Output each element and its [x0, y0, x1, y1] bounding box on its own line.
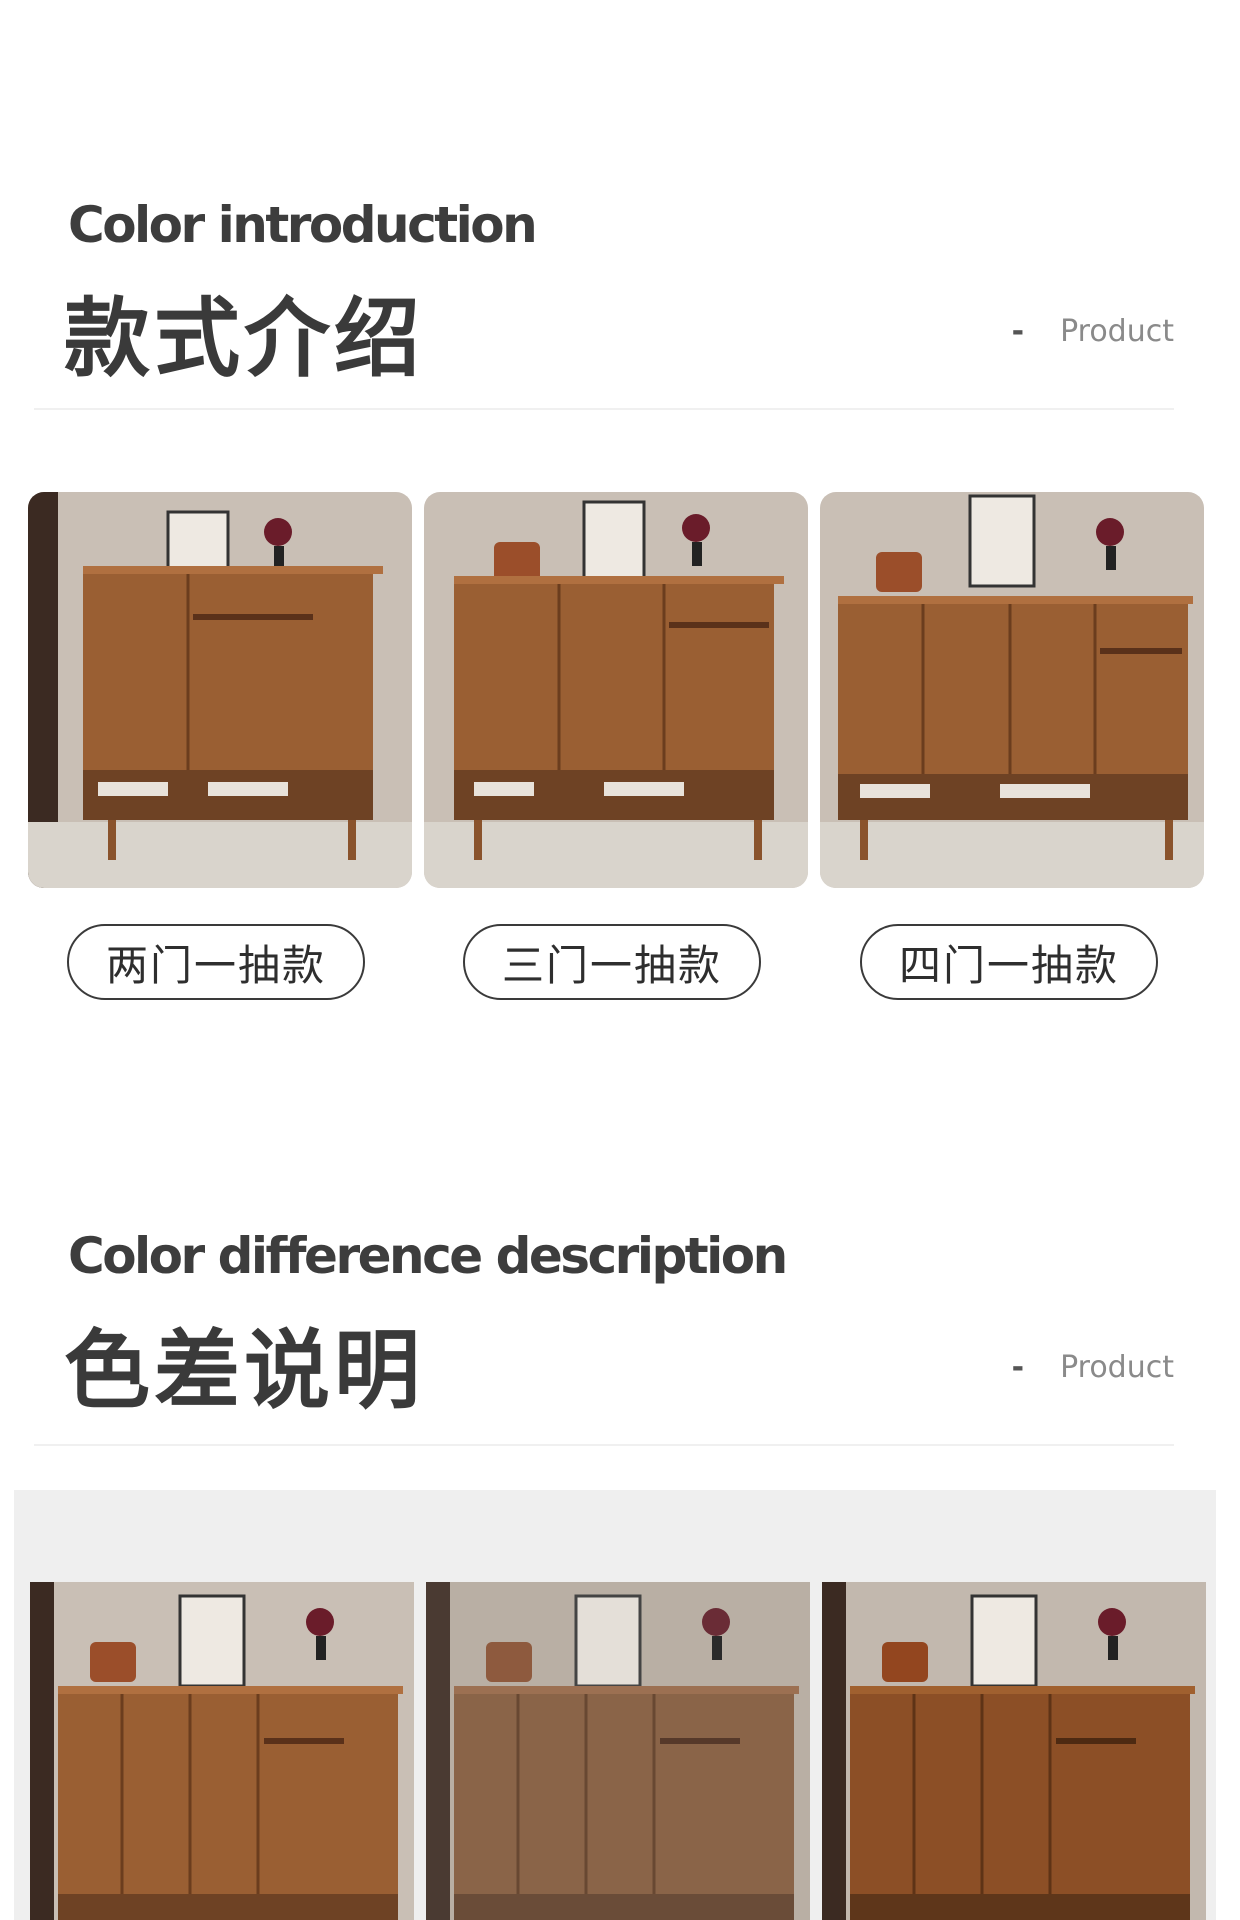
section-title-cn: 色差说明 — [64, 1321, 424, 1421]
cabinet-photo — [30, 1582, 414, 1920]
cabinet-photo — [426, 1582, 810, 1920]
product-tag: - Product — [1012, 1350, 1174, 1385]
color-sample-dark — [822, 1582, 1206, 1920]
color-sample-faded — [426, 1582, 810, 1920]
cabinet-photo — [822, 1582, 1206, 1920]
section-title-en: Color difference description — [68, 1227, 788, 1285]
tag-dash: - — [1011, 1350, 1025, 1385]
tag-label: Product — [1060, 1350, 1174, 1385]
section-divider — [34, 1444, 1174, 1446]
color-difference-section: Color difference description 色差说明 - Produ… — [0, 0, 1240, 1920]
color-sample-standard — [30, 1582, 414, 1920]
